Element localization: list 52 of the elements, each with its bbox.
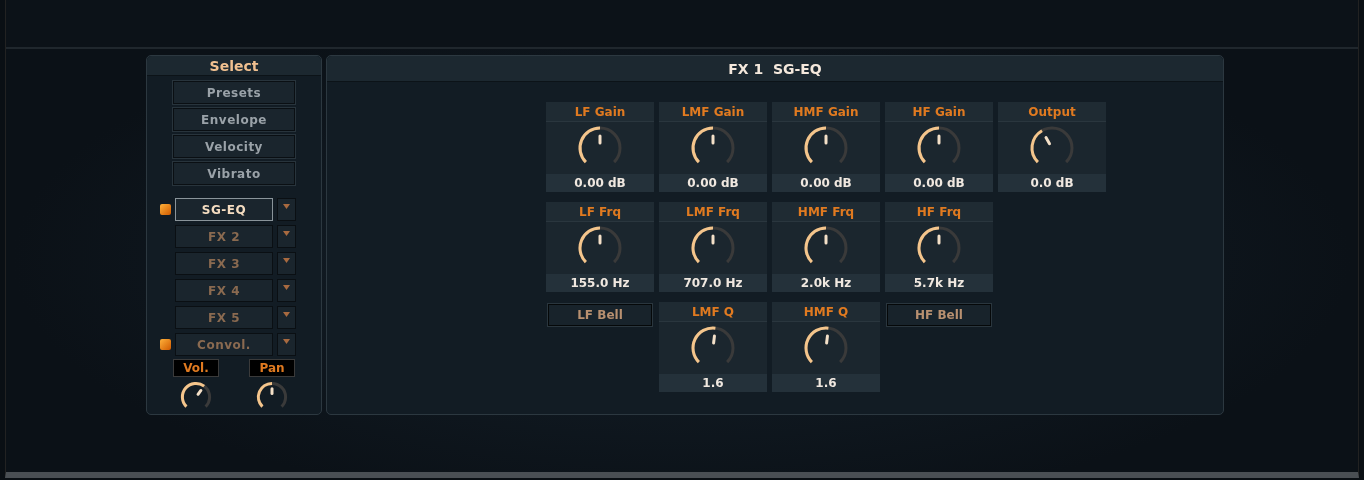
- caret-icon: [283, 204, 290, 209]
- parameter-value: 5.7k Hz: [885, 274, 993, 292]
- dropdown-button[interactable]: [277, 306, 296, 329]
- led-indicator[interactable]: [160, 339, 171, 350]
- caret-icon: [283, 312, 290, 317]
- parameter-value: 0.00 dB: [659, 174, 767, 192]
- dropdown-button[interactable]: [277, 198, 296, 221]
- caret-icon: [283, 231, 290, 236]
- dropdown-button[interactable]: [277, 252, 296, 275]
- parameter-label: HMF Q: [772, 302, 880, 322]
- nav-button[interactable]: Envelope: [173, 108, 295, 131]
- dropdown-button[interactable]: [277, 333, 296, 356]
- dropdown-button[interactable]: [277, 279, 296, 302]
- nav-button[interactable]: Vibrato: [173, 162, 295, 185]
- panel-title: FX 1 SG-EQ: [327, 56, 1223, 82]
- parameter-value: 0.00 dB: [546, 174, 654, 192]
- parameter-label: HF Frq: [885, 202, 993, 222]
- parameter-value: 2.0k Hz: [772, 274, 880, 292]
- parameter-value: 1.6: [659, 374, 767, 392]
- fx-slot-button[interactable]: Convol.: [175, 333, 273, 356]
- parameter-value: 707.0 Hz: [659, 274, 767, 292]
- parameter-label: LF Gain: [546, 102, 654, 122]
- fx-slot-button[interactable]: FX 3: [175, 252, 273, 275]
- fx-slot-button[interactable]: FX 2: [175, 225, 273, 248]
- caret-icon: [283, 339, 290, 344]
- parameter-value: 0.0 dB: [998, 174, 1106, 192]
- parameter-value: 0.00 dB: [885, 174, 993, 192]
- panel-title: Select: [147, 56, 321, 76]
- toggle-button[interactable]: LF Bell: [548, 304, 652, 326]
- parameter-label: LMF Gain: [659, 102, 767, 122]
- knob-label: Vol.: [173, 359, 219, 377]
- parameter-value: 155.0 Hz: [546, 274, 654, 292]
- parameter-label: LMF Frq: [659, 202, 767, 222]
- fx-slot-button[interactable]: FX 5: [175, 306, 273, 329]
- caret-icon: [283, 285, 290, 290]
- dropdown-button[interactable]: [277, 225, 296, 248]
- parameter-label: Output: [998, 102, 1106, 122]
- fx-slot-button[interactable]: SG-EQ: [175, 198, 273, 221]
- caret-icon: [283, 258, 290, 263]
- parameter-value: 1.6: [772, 374, 880, 392]
- toggle-button[interactable]: HF Bell: [887, 304, 991, 326]
- parameter-label: HMF Frq: [772, 202, 880, 222]
- knob-label: Pan: [249, 359, 295, 377]
- nav-button[interactable]: Velocity: [173, 135, 295, 158]
- parameter-label: HF Gain: [885, 102, 993, 122]
- parameter-label: HMF Gain: [772, 102, 880, 122]
- parameter-label: LMF Q: [659, 302, 767, 322]
- parameter-value: 0.00 dB: [772, 174, 880, 192]
- nav-button[interactable]: Presets: [173, 81, 295, 104]
- led-indicator[interactable]: [160, 204, 171, 215]
- fx-slot-button[interactable]: FX 4: [175, 279, 273, 302]
- parameter-label: LF Frq: [546, 202, 654, 222]
